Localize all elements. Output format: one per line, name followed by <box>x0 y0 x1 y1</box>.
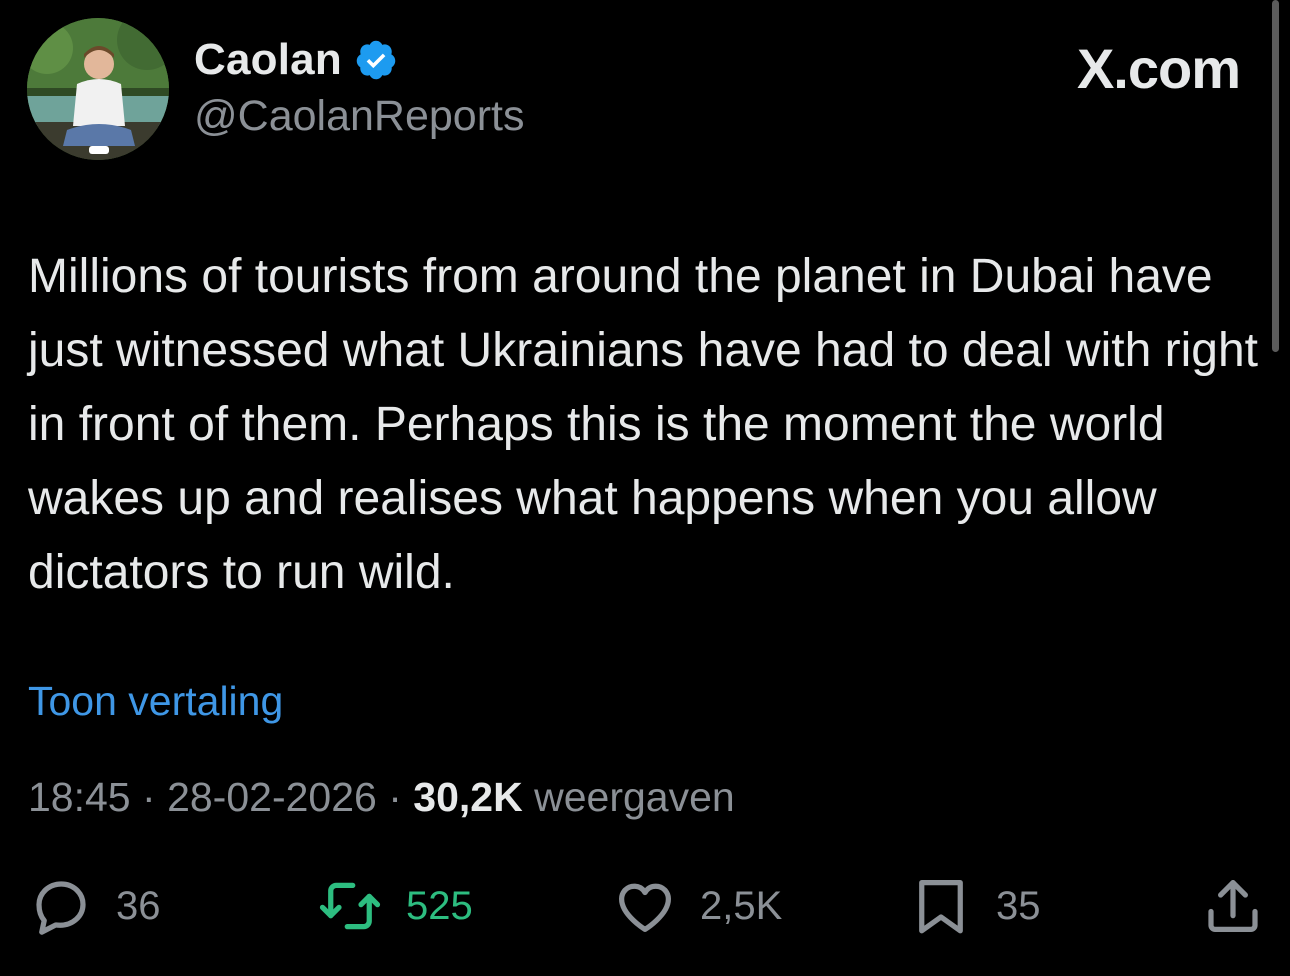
repost-icon <box>319 882 381 930</box>
bookmark-count: 35 <box>996 883 1041 928</box>
tweet-time[interactable]: 18:45 <box>28 774 131 820</box>
tweet-meta: 18:45 · 28-02-2026 · 30,2K weergaven <box>28 774 735 821</box>
reply-count: 36 <box>116 883 161 928</box>
views-label: weergaven <box>534 774 735 820</box>
reply-icon <box>36 881 86 935</box>
profile-photo-icon <box>27 18 169 160</box>
like-button[interactable]: 2,5K <box>612 872 782 940</box>
bookmark-button[interactable]: 35 <box>908 872 1041 940</box>
scrollbar[interactable] <box>1272 0 1279 352</box>
user-handle[interactable]: @CaolanReports <box>194 92 524 141</box>
avatar[interactable] <box>27 18 169 160</box>
verified-badge-icon <box>354 38 398 82</box>
meta-separator: · <box>388 774 402 820</box>
brand-logo: X.com <box>1076 37 1241 100</box>
bookmark-icon <box>919 880 963 934</box>
tweet-date[interactable]: 28-02-2026 <box>167 774 377 820</box>
views-count: 30,2K <box>413 774 523 820</box>
like-count: 2,5K <box>700 883 783 928</box>
share-button[interactable] <box>1200 872 1266 940</box>
repost-count: 525 <box>406 883 473 928</box>
meta-separator: · <box>142 774 156 820</box>
reply-button[interactable]: 36 <box>28 872 161 940</box>
share-icon <box>1208 880 1258 932</box>
author-row: Caolan <box>194 32 398 88</box>
heart-icon <box>619 883 671 932</box>
display-name[interactable]: Caolan <box>194 35 342 85</box>
tweet-text: Millions of tourists from around the pla… <box>28 250 1258 599</box>
repost-button[interactable]: 525 <box>316 872 473 940</box>
translate-link[interactable]: Toon vertaling <box>28 678 283 725</box>
